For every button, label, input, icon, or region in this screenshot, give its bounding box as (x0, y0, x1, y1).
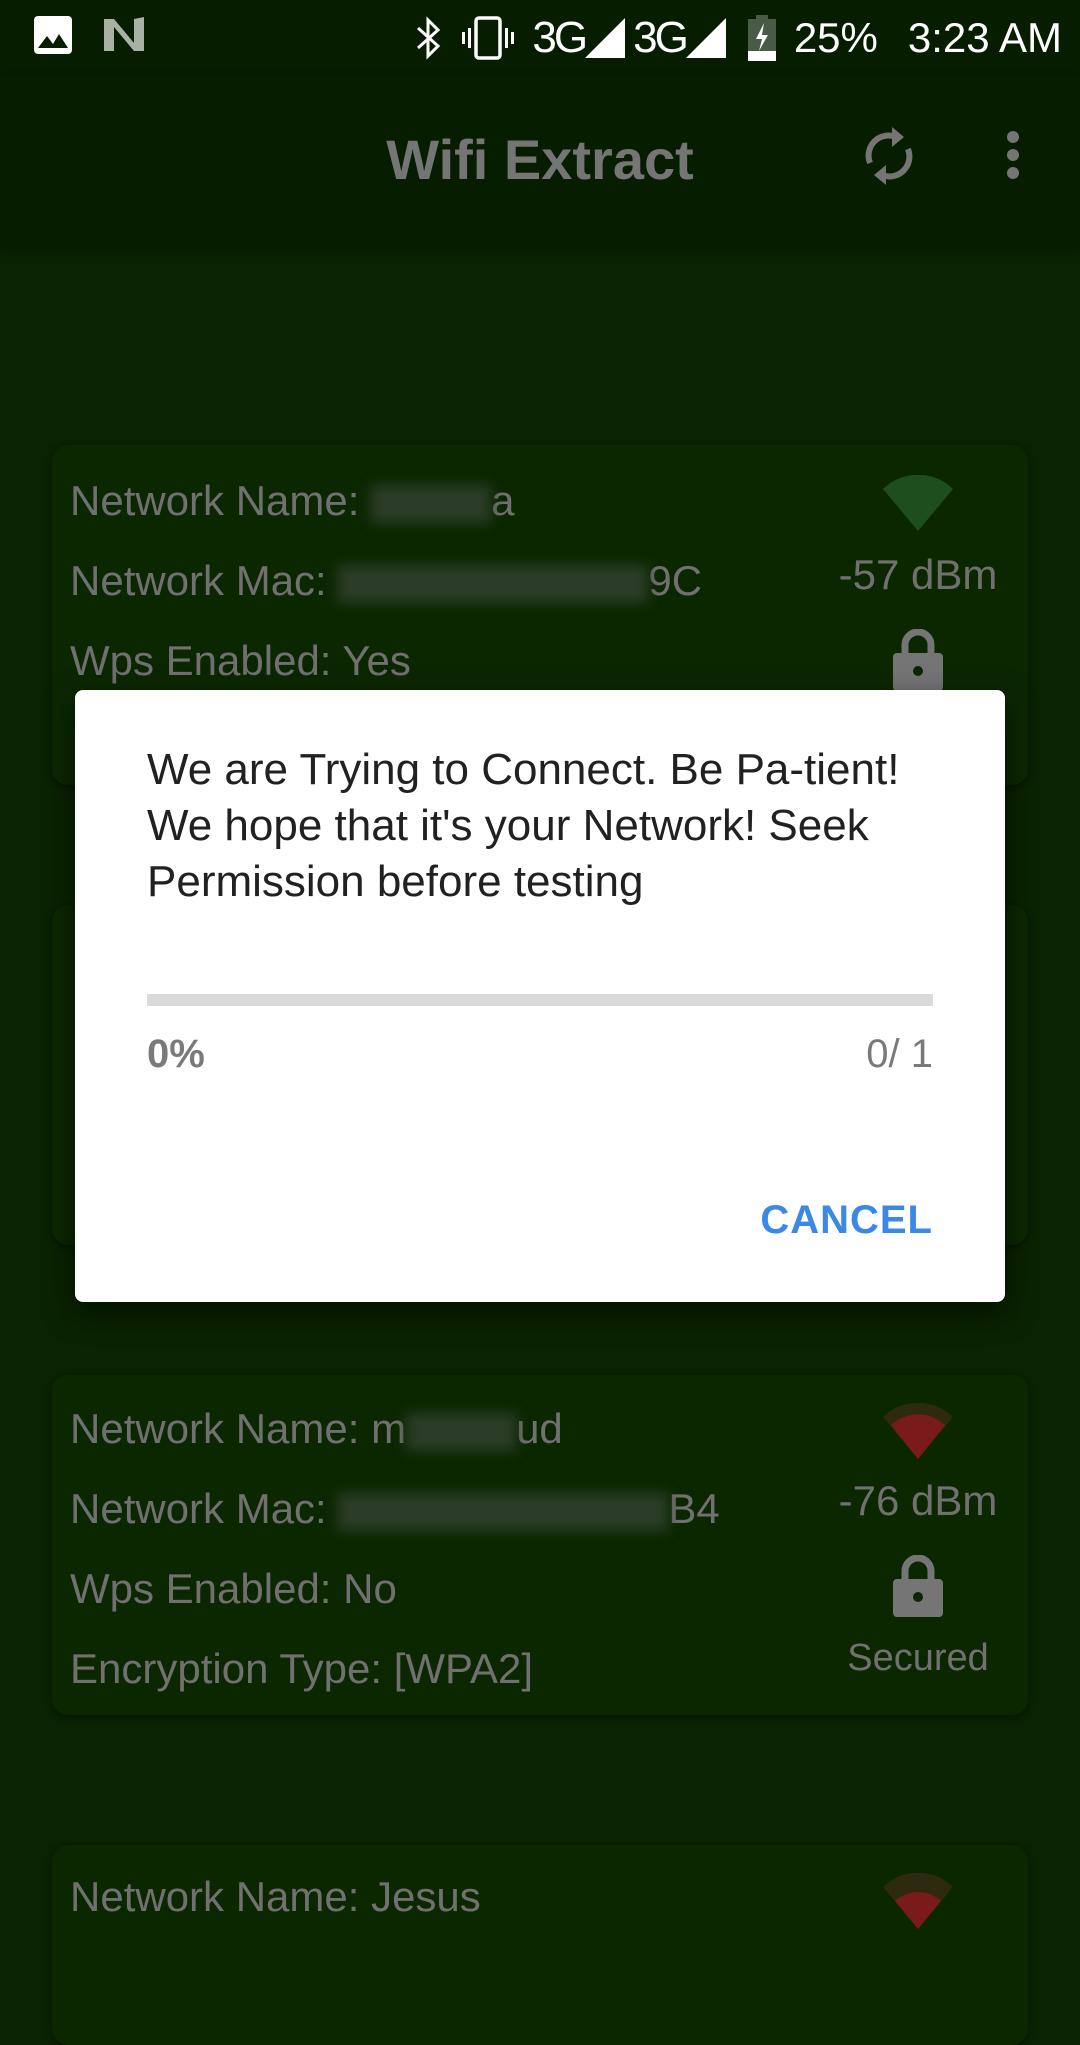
dialog-message: We are Trying to Connect. Be Pa-tient! W… (147, 745, 900, 906)
progress-count: 0/ 1 (866, 1032, 933, 1076)
progress-bar (147, 994, 933, 1006)
progress-percent: 0% (147, 1032, 205, 1076)
progress-dialog: We are Trying to Connect. Be Pa-tient! W… (75, 690, 1005, 1302)
cancel-button[interactable]: CANCEL (748, 1190, 945, 1251)
